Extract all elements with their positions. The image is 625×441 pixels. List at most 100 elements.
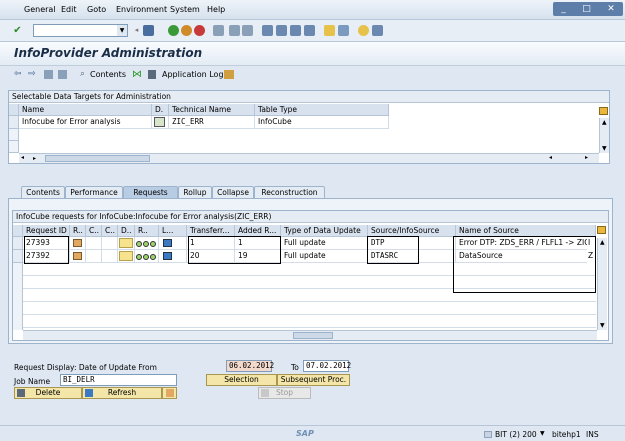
request-icon[interactable] <box>73 252 82 260</box>
delete-button[interactable]: Delete <box>14 387 82 399</box>
stop-button[interactable]: Stop <box>258 387 311 399</box>
tab-reconstruction[interactable]: Reconstruction <box>254 186 325 198</box>
scroll-right-icon[interactable]: ▸ <box>585 154 588 161</box>
date-to-input[interactable]: 07.02.2012 <box>303 360 351 372</box>
row-selector[interactable] <box>13 237 23 250</box>
selection-button[interactable]: Selection <box>206 374 277 386</box>
menu-environment[interactable]: Environment <box>116 5 167 14</box>
subsequent-proc-button[interactable]: Subsequent Proc. <box>277 374 350 386</box>
tab-contents[interactable]: Contents <box>21 186 65 198</box>
back-icon[interactable] <box>168 25 179 36</box>
scroll-down-icon[interactable]: ▼ <box>602 145 607 152</box>
chevron-down-icon[interactable]: ▼ <box>117 25 127 36</box>
request-icon[interactable] <box>73 239 82 247</box>
select-all-cell[interactable] <box>13 225 23 237</box>
previous-page-icon[interactable] <box>276 25 287 36</box>
system-info: BIT (2) 200 <box>495 430 537 439</box>
job-name-input[interactable]: BI_DELR <box>60 374 177 386</box>
target-technical-name[interactable]: ZIC_ERR <box>169 116 255 129</box>
menu-help[interactable]: Help <box>207 5 225 14</box>
date-from-input[interactable]: 06.02.2012 <box>226 360 274 372</box>
vertical-scrollbar[interactable]: ▲ ▼ <box>597 238 607 330</box>
cancel-icon[interactable] <box>194 25 205 36</box>
scroll-thumb[interactable] <box>293 332 333 339</box>
print-icon[interactable] <box>213 25 224 36</box>
horizontal-scrollbar[interactable] <box>23 330 597 340</box>
select-all-cell[interactable] <box>9 104 19 116</box>
scroll-thumb[interactable] <box>45 155 150 162</box>
insert-mode: INS <box>586 430 599 439</box>
help-icon[interactable] <box>358 25 369 36</box>
yellow-button[interactable] <box>119 251 133 261</box>
table-cell <box>86 237 102 250</box>
next-page-icon[interactable] <box>290 25 301 36</box>
menu-edit[interactable]: Edit <box>61 5 77 14</box>
scroll-up-icon[interactable]: ▲ <box>600 239 605 246</box>
job-name-label: Job Name <box>14 377 51 386</box>
scroll-left-icon[interactable]: ◂ <box>21 154 24 161</box>
back-arrow-icon[interactable]: ⇦ <box>14 69 22 79</box>
save-icon[interactable] <box>143 25 154 36</box>
command-field[interactable]: ▼ <box>33 24 128 37</box>
vertical-scrollbar[interactable]: ▲ ▼ <box>599 118 609 153</box>
yellow-button[interactable] <box>119 238 133 248</box>
forward-arrow-icon[interactable]: ⇨ <box>28 69 36 79</box>
tab-collapse[interactable]: Collapse <box>212 186 254 198</box>
horizontal-scrollbar[interactable]: ◂ ▸ <box>19 153 153 163</box>
log-icon[interactable] <box>224 70 234 79</box>
refresh-options-button[interactable] <box>162 387 177 399</box>
other-object-icon[interactable] <box>44 70 53 79</box>
enter-icon[interactable]: ✔ <box>12 25 23 36</box>
tab-rollup[interactable]: Rollup <box>178 186 212 198</box>
contents-button[interactable]: Contents <box>90 70 126 79</box>
menu-bar: General Edit Goto Environment System Hel… <box>0 0 625 20</box>
find-icon[interactable] <box>229 25 240 36</box>
status-expand-icon[interactable] <box>484 431 492 438</box>
shortcut-icon[interactable] <box>338 25 349 36</box>
target-name[interactable]: Infocube for Error analysis <box>19 116 152 129</box>
row-selector[interactable] <box>13 250 23 263</box>
tab-performance[interactable]: Performance <box>65 186 123 198</box>
info-icon[interactable] <box>163 239 172 247</box>
menu-system[interactable]: System <box>170 5 200 14</box>
highlight-source <box>367 236 419 264</box>
scroll-left-icon[interactable]: ◂ <box>549 154 552 161</box>
row-selector[interactable] <box>9 116 19 129</box>
minimize-icon[interactable]: _ <box>561 4 566 14</box>
exit-icon[interactable] <box>181 25 192 36</box>
activate-icon[interactable]: ⋈ <box>132 69 142 80</box>
refresh-button[interactable]: Refresh <box>82 387 162 399</box>
application-log-button[interactable]: Application Log <box>162 70 224 79</box>
layout-menu-icon[interactable] <box>372 25 383 36</box>
scroll-up-icon[interactable]: ▲ <box>602 119 607 126</box>
tab-requests[interactable]: Requests <box>123 186 178 198</box>
layout-grid-icon[interactable] <box>597 226 606 234</box>
new-session-icon[interactable] <box>324 25 335 36</box>
find-next-icon[interactable] <box>242 25 253 36</box>
hierarchy-icon[interactable] <box>58 70 67 79</box>
contents-icon[interactable]: ⌕ <box>80 69 85 79</box>
info-icon[interactable] <box>163 252 172 260</box>
options-icon <box>166 389 174 397</box>
last-page-icon[interactable] <box>304 25 315 36</box>
trash-icon[interactable] <box>148 70 156 79</box>
first-page-icon[interactable] <box>262 25 273 36</box>
scroll-down-icon[interactable]: ▼ <box>600 322 605 329</box>
layout-grid-icon[interactable] <box>599 107 608 115</box>
requests-panel: InfoCube requests for InfoCube:Infocube … <box>12 210 609 341</box>
chevron-down-icon[interactable]: ▼ <box>540 430 545 437</box>
maximize-icon[interactable]: □ <box>582 4 591 14</box>
horizontal-scrollbar[interactable]: ◂ ▸ <box>153 153 599 163</box>
update-type: Full update <box>281 237 368 250</box>
menu-goto[interactable]: Goto <box>87 5 106 14</box>
target-table-type[interactable]: InfoCube <box>255 116 389 129</box>
stop-icon <box>261 389 269 397</box>
menu-general[interactable]: General <box>24 5 56 14</box>
scroll-right-icon[interactable]: ▸ <box>33 155 36 162</box>
details-icon[interactable] <box>154 117 165 127</box>
close-icon[interactable]: ✕ <box>607 4 615 14</box>
update-type: Full update <box>281 250 368 263</box>
page-title: InfoProvider Administration <box>14 46 203 60</box>
application-toolbar: ⇦ ⇨ ⌕ Contents ⋈ Application Log <box>0 66 625 84</box>
col-d: D. <box>152 104 169 116</box>
